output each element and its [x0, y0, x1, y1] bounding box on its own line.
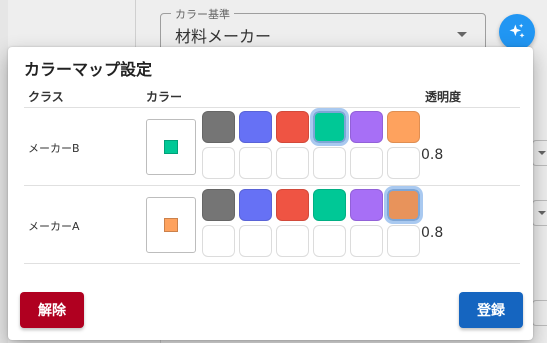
auto-color-button[interactable]	[499, 14, 535, 50]
column-header-opacity: 透明度	[425, 90, 462, 104]
color-preview-swatch	[164, 218, 178, 232]
table-header: クラス カラー 透明度	[24, 83, 520, 108]
color-basis-label: カラー基準	[171, 6, 234, 22]
color-swatch[interactable]	[387, 111, 420, 143]
background-left-strip	[0, 0, 8, 343]
color-swatch[interactable]	[239, 189, 272, 221]
dialog-title: カラーマップ設定	[24, 60, 153, 79]
sparkle-icon	[509, 23, 525, 38]
background-divider	[135, 0, 136, 50]
color-swatch[interactable]	[239, 111, 272, 143]
empty-swatch[interactable]	[276, 225, 309, 257]
color-preview[interactable]	[146, 119, 196, 175]
column-header-color: カラー	[146, 90, 183, 104]
empty-swatch[interactable]	[313, 147, 346, 179]
background-select-edge[interactable]	[532, 300, 547, 326]
color-swatch[interactable]	[350, 111, 383, 143]
table-row: メーカーB 0.8	[24, 108, 520, 186]
color-swatch[interactable]	[202, 189, 235, 221]
color-swatch[interactable]	[310, 108, 349, 146]
column-header-class: クラス	[28, 90, 64, 104]
table-row: メーカーA 0.8	[24, 186, 520, 264]
color-palette	[202, 108, 420, 183]
color-palette	[202, 186, 423, 261]
chevron-down-icon	[457, 32, 467, 37]
empty-swatch[interactable]	[313, 225, 346, 257]
class-name: メーカーA	[28, 220, 80, 233]
empty-swatch[interactable]	[350, 147, 383, 179]
empty-swatch[interactable]	[202, 147, 235, 179]
opacity-value: 0.8	[421, 225, 444, 241]
background-select-edge[interactable]	[532, 200, 547, 226]
empty-swatch[interactable]	[276, 147, 309, 179]
empty-swatch[interactable]	[239, 147, 272, 179]
color-swatch[interactable]	[202, 111, 235, 143]
empty-swatch[interactable]	[239, 225, 272, 257]
color-swatch[interactable]	[384, 186, 423, 224]
class-name: メーカーB	[28, 142, 80, 155]
empty-swatch[interactable]	[387, 147, 420, 179]
release-button[interactable]: 解除	[20, 292, 84, 328]
empty-swatch[interactable]	[202, 225, 235, 257]
color-preview[interactable]	[146, 197, 196, 253]
background-select-edge[interactable]	[532, 140, 547, 166]
color-swatch[interactable]	[350, 189, 383, 221]
color-preview-swatch	[164, 140, 178, 154]
colormap-table: クラス カラー 透明度 メーカーB 0.8 メーカーA 0.8	[24, 83, 520, 264]
opacity-value: 0.8	[421, 147, 444, 163]
colormap-settings-dialog: カラーマップ設定 クラス カラー 透明度 メーカーB 0.8 メーカーA 0.8 解除…	[8, 47, 533, 340]
color-basis-value: 材料メーカー	[175, 27, 272, 46]
color-swatch[interactable]	[276, 189, 309, 221]
color-swatch[interactable]	[313, 189, 346, 221]
chevron-down-icon	[538, 151, 546, 155]
chevron-down-icon	[538, 211, 546, 215]
empty-swatch[interactable]	[350, 225, 383, 257]
register-button[interactable]: 登録	[459, 292, 523, 328]
empty-swatch[interactable]	[387, 225, 420, 257]
color-swatch[interactable]	[276, 111, 309, 143]
